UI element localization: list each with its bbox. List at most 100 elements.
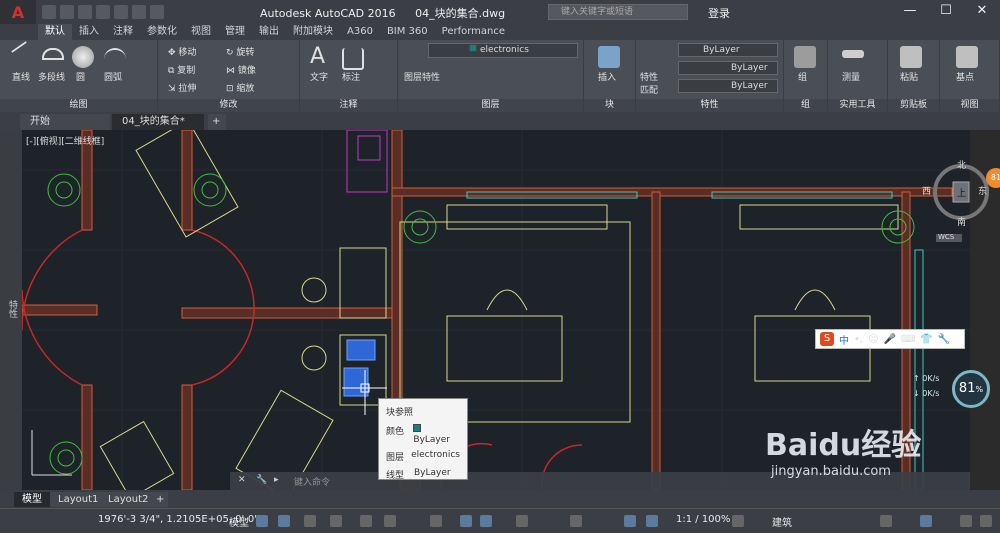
search-input[interactable]: 键入关键字或短语 bbox=[548, 4, 688, 20]
auto-scale-icon[interactable] bbox=[646, 515, 658, 527]
circle-button[interactable]: 圆 bbox=[76, 70, 85, 83]
cube-west[interactable]: 西 bbox=[922, 184, 931, 197]
rotate-button[interactable]: ↻ 旋转 bbox=[226, 45, 254, 58]
application-menu-button[interactable]: A bbox=[0, 0, 36, 24]
tab-default[interactable]: 默认 bbox=[38, 24, 72, 40]
linetype-dropdown[interactable]: ByLayer bbox=[678, 61, 778, 75]
tools-icon[interactable]: 🔧 bbox=[938, 334, 950, 345]
copy-button[interactable]: ⧉ 复制 bbox=[168, 63, 195, 76]
polyline-button[interactable]: 多段线 bbox=[38, 70, 65, 83]
dynamic-ucs-icon[interactable] bbox=[570, 515, 582, 527]
tab-start[interactable]: 开始 bbox=[20, 114, 110, 130]
measure-button[interactable]: 测量 bbox=[842, 70, 860, 83]
stretch-button[interactable]: ⇲ 拉伸 bbox=[168, 81, 196, 94]
model-space-button[interactable]: 模型 bbox=[229, 514, 249, 529]
tab-annotate[interactable]: 注释 bbox=[106, 24, 140, 40]
properties-panel-title[interactable]: 特性 bbox=[636, 99, 783, 112]
tab-layout1[interactable]: Layout1 bbox=[50, 492, 107, 507]
otrack-icon[interactable] bbox=[384, 515, 396, 527]
memory-usage-ring[interactable]: 81% bbox=[952, 370, 990, 408]
line-button[interactable]: 直线 bbox=[12, 70, 30, 83]
tab-manage[interactable]: 管理 bbox=[218, 24, 252, 40]
dimension-button[interactable]: 标注 bbox=[342, 70, 360, 83]
notification-badge[interactable]: 81 bbox=[986, 168, 1000, 188]
mic-icon[interactable]: 🎤 bbox=[884, 334, 896, 345]
new-icon[interactable] bbox=[42, 5, 56, 19]
group-button[interactable]: 组 bbox=[798, 70, 807, 83]
workspace-gear-icon[interactable] bbox=[732, 515, 744, 527]
save-as-icon[interactable] bbox=[96, 5, 110, 19]
annotation-panel-title[interactable]: 注释 bbox=[300, 99, 397, 112]
osnap-icon[interactable] bbox=[360, 515, 372, 527]
ime-toolbar[interactable]: S 中 •, ☺ 🎤 ⌨ 👕 🔧 bbox=[815, 329, 965, 349]
tab-layout2[interactable]: Layout2 bbox=[100, 492, 157, 507]
match-properties-button[interactable]: 特性匹配 bbox=[640, 70, 664, 96]
customize-cmd-icon[interactable]: 🔧 bbox=[256, 475, 267, 485]
mirror-button[interactable]: ⋈ 镜像 bbox=[226, 63, 256, 76]
login-button[interactable]: 登录 bbox=[708, 5, 730, 21]
redo-icon[interactable] bbox=[150, 5, 164, 19]
tab-view[interactable]: 视图 bbox=[184, 24, 218, 40]
groups-panel-title[interactable]: 组 bbox=[784, 99, 827, 112]
layer-dropdown[interactable]: electronics bbox=[428, 43, 578, 58]
clean-screen-icon[interactable] bbox=[960, 515, 972, 527]
modify-panel-title[interactable]: 修改 bbox=[158, 99, 299, 112]
view-panel-title[interactable]: 视图 bbox=[940, 99, 999, 112]
transparency-icon[interactable] bbox=[460, 515, 472, 527]
add-layout-button[interactable]: + bbox=[152, 492, 169, 507]
hardware-acceleration-icon[interactable] bbox=[920, 515, 932, 527]
skin-icon[interactable]: 👕 bbox=[920, 334, 932, 345]
clipboard-panel-title[interactable]: 剪贴板 bbox=[888, 99, 939, 112]
layers-panel-title[interactable]: 图层 bbox=[398, 99, 583, 112]
tab-model[interactable]: 模型 bbox=[14, 492, 50, 507]
color-dropdown[interactable]: ByLayer bbox=[678, 43, 778, 57]
new-tab-button[interactable]: + bbox=[208, 114, 226, 130]
ortho-icon[interactable] bbox=[304, 515, 316, 527]
command-input[interactable]: 键入命令 bbox=[294, 475, 330, 488]
recent-cmd-icon[interactable]: ▸ bbox=[274, 475, 279, 485]
annotation-visibility-icon[interactable] bbox=[624, 515, 636, 527]
close-cmd-icon[interactable]: ✕ bbox=[238, 475, 246, 485]
tab-output[interactable]: 输出 bbox=[252, 24, 286, 40]
tab-a360[interactable]: A360 bbox=[340, 24, 380, 40]
insert-button[interactable]: 插入 bbox=[598, 70, 616, 83]
lineweight-icon[interactable] bbox=[430, 515, 442, 527]
save-icon[interactable] bbox=[78, 5, 92, 19]
tab-bim360[interactable]: BIM 360 bbox=[380, 24, 435, 40]
customize-status-icon[interactable] bbox=[980, 515, 992, 527]
view-cube[interactable]: 北 南 西 东 上 WCS bbox=[922, 158, 992, 242]
tab-insert[interactable]: 插入 bbox=[72, 24, 106, 40]
sogou-icon[interactable]: S bbox=[820, 332, 834, 346]
cube-north[interactable]: 北 bbox=[957, 158, 966, 171]
wcs-menu[interactable]: WCS bbox=[938, 233, 954, 241]
polar-icon[interactable] bbox=[330, 515, 342, 527]
tab-addins[interactable]: 附加模块 bbox=[286, 24, 340, 40]
close-button[interactable]: ✕ bbox=[964, 0, 1000, 24]
tab-current-drawing[interactable]: 04_块的集合* bbox=[112, 114, 204, 130]
draw-panel-title[interactable]: 绘图 bbox=[0, 99, 157, 112]
emoji-icon[interactable]: ☺ bbox=[868, 334, 878, 345]
snap-icon[interactable] bbox=[278, 515, 290, 527]
cube-east[interactable]: 东 bbox=[978, 184, 987, 197]
tab-parametric[interactable]: 参数化 bbox=[140, 24, 184, 40]
scale-button[interactable]: ⊡ 缩放 bbox=[226, 81, 254, 94]
properties-palette-bar[interactable]: 特性 bbox=[0, 130, 22, 490]
print-icon[interactable] bbox=[114, 5, 128, 19]
cube-face-top[interactable]: 上 bbox=[957, 186, 966, 199]
text-button[interactable]: 文字 bbox=[310, 70, 328, 83]
minimize-button[interactable]: — bbox=[892, 0, 928, 24]
keyboard-icon[interactable]: ⌨ bbox=[901, 334, 915, 345]
arc-button[interactable]: 圆弧 bbox=[104, 70, 122, 83]
layer-properties-button[interactable]: 图层特性 bbox=[404, 70, 440, 83]
open-icon[interactable] bbox=[60, 5, 74, 19]
paste-button[interactable]: 粘贴 bbox=[900, 70, 918, 83]
tab-performance[interactable]: Performance bbox=[435, 24, 512, 40]
maximize-button[interactable]: ☐ bbox=[928, 0, 964, 24]
3d-osnap-icon[interactable] bbox=[516, 515, 528, 527]
move-button[interactable]: ✥ 移动 bbox=[168, 45, 196, 58]
block-panel-title[interactable]: 块 bbox=[584, 99, 635, 112]
lineweight-dropdown[interactable]: ByLayer bbox=[678, 79, 778, 93]
annotation-scale[interactable]: 1:1 / 100% bbox=[676, 514, 730, 525]
cube-south[interactable]: 南 bbox=[957, 215, 966, 228]
grid-icon[interactable] bbox=[256, 515, 268, 527]
